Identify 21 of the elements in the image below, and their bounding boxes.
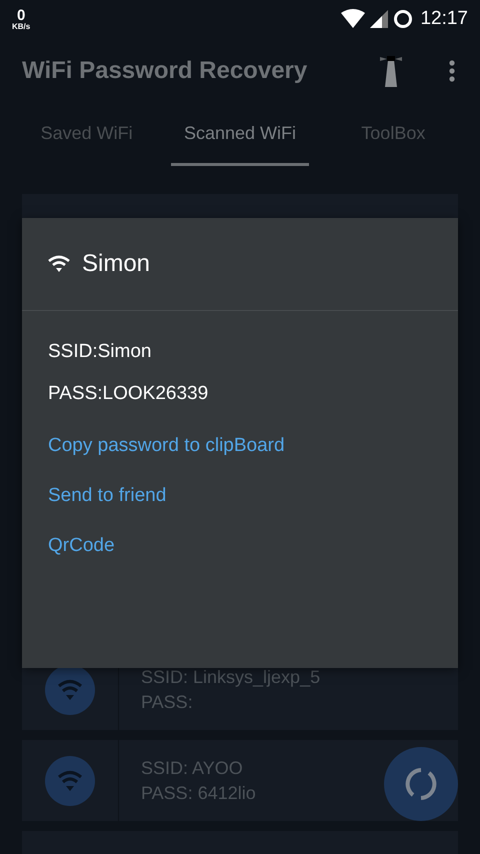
dialog-link[interactable]: QrCode [48, 535, 115, 557]
refresh-icon [404, 767, 438, 801]
tab[interactable]: Scanned WiFi [171, 104, 309, 166]
wifi-icon [45, 756, 95, 806]
signal-icon [370, 10, 388, 28]
loading-icon [393, 9, 414, 29]
wifi-icon [341, 9, 366, 29]
detail-text: SSID:Simon [48, 340, 152, 364]
tab[interactable]: Saved WiFi [18, 104, 156, 166]
network-speed: 0 [16, 8, 26, 22]
app-title: WiFi Password Recovery [22, 57, 308, 85]
more-icon[interactable] [448, 59, 456, 83]
speed-unit: KB/s [12, 22, 30, 30]
lighthouse-icon[interactable] [378, 54, 404, 88]
tab[interactable]: ToolBox [324, 104, 462, 166]
dialog-title: Simon [82, 250, 150, 278]
wifi-icon [48, 255, 70, 273]
clock: 12:17 [420, 8, 468, 30]
dialog-link[interactable]: Send to friend [48, 485, 166, 507]
detail-text: PASS:LOOK26339 [48, 382, 208, 406]
dialog-link[interactable]: Copy password to clipBoard [48, 435, 285, 457]
